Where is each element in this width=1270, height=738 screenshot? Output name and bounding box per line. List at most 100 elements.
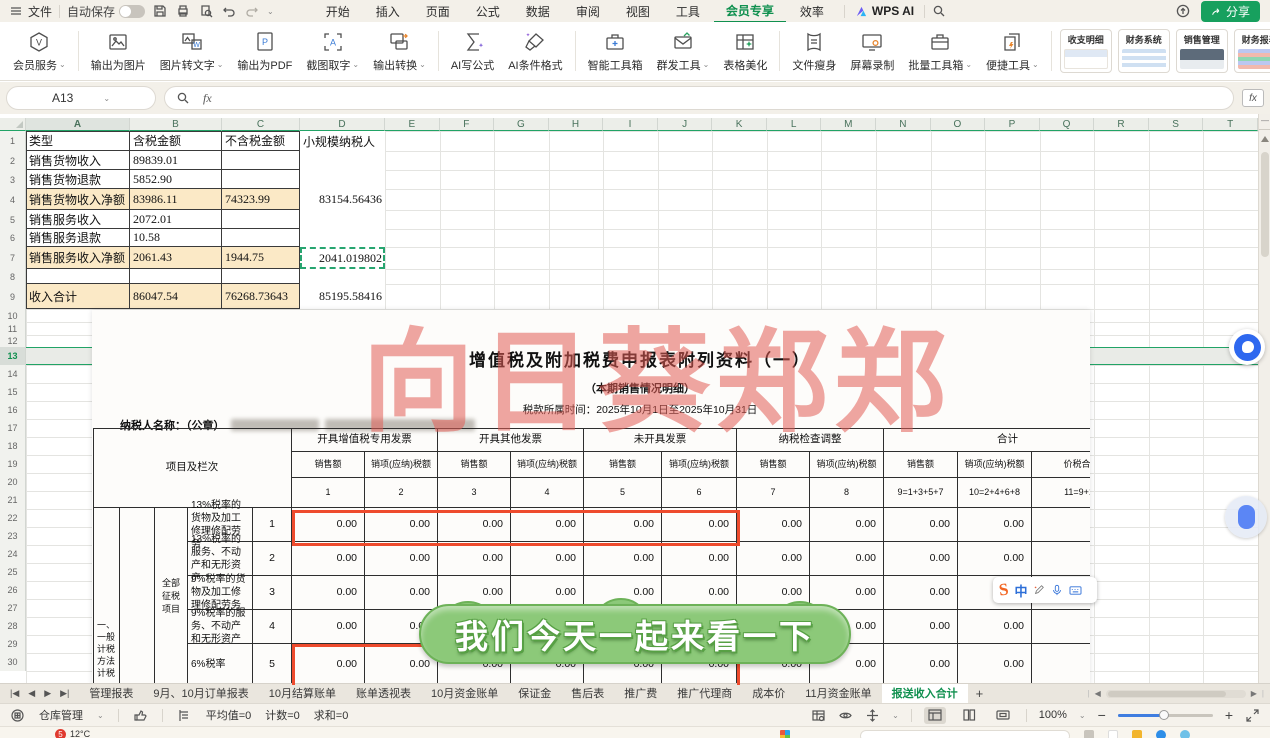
cell-A8[interactable]: [26, 269, 130, 284]
taskbar-app-icon[interactable]: [1084, 730, 1095, 738]
autosave-toggle[interactable]: [119, 4, 146, 18]
undo-icon[interactable]: [221, 3, 237, 19]
sheet-tab-售后表[interactable]: 售后表: [561, 684, 614, 704]
prev-sheet-icon[interactable]: ◀: [28, 688, 35, 699]
column-header-I[interactable]: I: [603, 118, 658, 131]
template-card-收支明细[interactable]: 收支明细: [1059, 29, 1112, 73]
menu-插入[interactable]: 插入: [364, 1, 412, 22]
row-header-28[interactable]: 28: [0, 617, 26, 635]
search-icon[interactable]: [931, 3, 947, 19]
zoom-chevron-icon[interactable]: ⌄: [1079, 711, 1086, 720]
row-header-29[interactable]: 29: [0, 635, 26, 653]
column-header-S[interactable]: S: [1148, 118, 1204, 131]
row-header-1[interactable]: 1: [0, 131, 26, 151]
cell-C8[interactable]: [222, 269, 300, 284]
cell-D4[interactable]: 83154.56436: [300, 189, 385, 210]
row-header-6[interactable]: 6: [0, 229, 26, 247]
vertical-scroll-thumb[interactable]: [1261, 152, 1269, 257]
floating-chat-button[interactable]: [1229, 329, 1265, 365]
sheet-tab-10月结算账单[interactable]: 10月结算账单: [259, 684, 346, 704]
toolbar-button-文件瘦身[interactable]: 文件瘦身: [785, 25, 843, 77]
add-sheet-button[interactable]: +: [968, 686, 992, 701]
quickbar-chevron-icon[interactable]: ⌄: [267, 7, 274, 16]
row-header-27[interactable]: 27: [0, 599, 26, 617]
print-icon[interactable]: [175, 3, 191, 19]
column-header-C[interactable]: C: [222, 118, 300, 131]
toolbar-button-输出为PDF[interactable]: P 输出为PDF: [230, 25, 299, 77]
row-header-13[interactable]: 13: [0, 347, 26, 365]
row-header-30[interactable]: 30: [0, 653, 26, 671]
page-layout-view-button[interactable]: [958, 707, 980, 724]
column-header-H[interactable]: H: [548, 118, 604, 131]
cell-C4[interactable]: 74323.99: [222, 189, 300, 210]
cell-D8[interactable]: [300, 269, 385, 284]
toolbar-button-AI写公式[interactable]: AI写公式: [444, 25, 501, 77]
ime-keyboard-icon[interactable]: [1069, 585, 1082, 596]
row-header-19[interactable]: 19: [0, 455, 26, 473]
menu-视图[interactable]: 视图: [614, 1, 662, 22]
print-preview-icon[interactable]: [198, 3, 214, 19]
page-break-view-button[interactable]: [992, 707, 1014, 724]
cell-D6[interactable]: [300, 229, 385, 247]
column-header-N[interactable]: N: [876, 118, 931, 131]
formula-input[interactable]: fx: [164, 86, 1234, 110]
column-header-M[interactable]: M: [821, 118, 877, 131]
row-header-25[interactable]: 25: [0, 563, 26, 581]
taskbar-app-icon[interactable]: [1108, 730, 1119, 738]
zoom-in-button[interactable]: +: [1225, 707, 1233, 723]
sheet-tab-9月、10月订单报表[interactable]: 9月、10月订单报表: [143, 684, 258, 704]
anchor-chevron-icon[interactable]: ⌄: [892, 711, 899, 720]
row-header-15[interactable]: 15: [0, 383, 26, 401]
column-header-L[interactable]: L: [766, 118, 822, 131]
row-header-3[interactable]: 3: [0, 170, 26, 189]
cell-C7[interactable]: 1944.75: [222, 247, 300, 269]
cell-A6[interactable]: 销售服务退款: [26, 229, 130, 247]
row-header-9[interactable]: 9: [0, 284, 26, 309]
eye-icon[interactable]: [838, 708, 853, 723]
row-header-12[interactable]: 12: [0, 335, 26, 347]
taskbar-search[interactable]: [860, 730, 1071, 738]
row-header-7[interactable]: 7: [0, 247, 26, 269]
zoom-level[interactable]: 100%: [1039, 709, 1067, 721]
template-card-销售管理[interactable]: 销售管理: [1175, 29, 1228, 73]
sheet-tab-保证金[interactable]: 保证金: [508, 684, 561, 704]
column-header-B[interactable]: B: [130, 118, 222, 131]
table-settings-icon[interactable]: [811, 708, 826, 723]
namebox-chevron-icon[interactable]: ⌄: [103, 94, 110, 103]
select-all-corner[interactable]: [0, 118, 26, 131]
row-header-16[interactable]: 16: [0, 401, 26, 419]
toolbar-button-表格美化[interactable]: 表格美化: [716, 25, 774, 77]
function-pane-toggle[interactable]: fx: [1242, 89, 1264, 107]
file-menu[interactable]: 文件: [8, 3, 52, 20]
cell-B5[interactable]: 2072.01: [130, 210, 222, 229]
menu-公式[interactable]: 公式: [464, 1, 512, 22]
cell-C5[interactable]: [222, 210, 300, 229]
toolbar-button-智能工具箱[interactable]: 智能工具箱: [581, 25, 650, 77]
cell-A5[interactable]: 销售服务收入: [26, 210, 130, 229]
column-header-R[interactable]: R: [1094, 118, 1149, 131]
cell-C1[interactable]: 不含税金额: [222, 131, 300, 151]
template-card-财务报表[interactable]: 财务报表: [1233, 29, 1270, 73]
column-header-T[interactable]: T: [1203, 118, 1258, 131]
formula-search-icon[interactable]: [175, 90, 191, 106]
windows-start-icon[interactable]: [780, 730, 791, 738]
cell-D7[interactable]: 2041.019802: [300, 247, 385, 269]
wps-ai-menu[interactable]: WPS AI: [845, 4, 924, 18]
ime-pen-icon[interactable]: [1033, 584, 1045, 596]
cell-D5[interactable]: [300, 210, 385, 229]
cell-B8[interactable]: [130, 269, 222, 284]
row-header-22[interactable]: 22: [0, 509, 26, 527]
menu-页面[interactable]: 页面: [414, 1, 462, 22]
column-header-J[interactable]: J: [657, 118, 713, 131]
hscroll-right-arrow-icon[interactable]: ▶: [1251, 689, 1257, 698]
cell-B3[interactable]: 5852.90: [130, 170, 222, 189]
menu-数据[interactable]: 数据: [514, 1, 562, 22]
horizontal-scrollbar[interactable]: [1105, 689, 1246, 698]
column-header-F[interactable]: F: [439, 118, 495, 131]
cell-D1[interactable]: 小规模纳税人: [300, 131, 385, 151]
row-header-21[interactable]: 21: [0, 491, 26, 509]
autosave-control[interactable]: 自动保存: [67, 3, 146, 20]
outline-icon[interactable]: [177, 708, 192, 723]
cell-B7[interactable]: 2061.43: [130, 247, 222, 269]
sheet-tab-管理报表[interactable]: 管理报表: [79, 684, 143, 704]
